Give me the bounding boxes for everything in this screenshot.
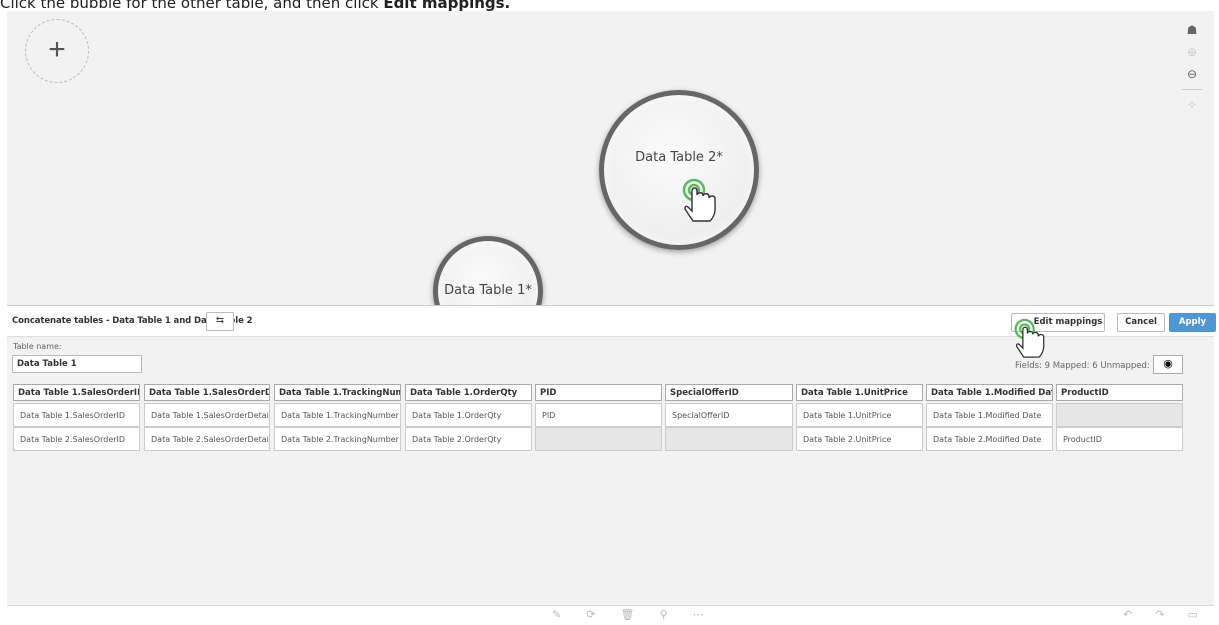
grid-column[interactable]: PID PID <box>535 384 662 451</box>
grid-column[interactable]: Data Table 1.SalesOrderID Data Table 1.S… <box>13 384 140 451</box>
field-counts: Fields: 9 Mapped: 6 Unmapped: 3 <box>1015 361 1158 371</box>
grid-cell: Data Table 1.SalesOrderID <box>13 403 140 427</box>
home-icon[interactable]: ☗ <box>1182 19 1202 41</box>
zoom-out-icon[interactable]: ⊖ <box>1182 63 1202 85</box>
grid-cell: Data Table 1.SalesOrderDetailID <box>144 403 270 427</box>
grid-cell-empty <box>665 427 793 451</box>
bubble-data-table-2[interactable]: Data Table 2* <box>599 90 759 250</box>
click-hand-icon <box>1014 318 1045 358</box>
bubble-label: Data Table 1* <box>444 283 532 298</box>
column-header[interactable]: Data Table 1.SalesOrderDeta... <box>144 384 270 401</box>
grid-cell: Data Table 2.Modified Date <box>926 427 1053 451</box>
grid-cell: Data Table 1.TrackingNumber <box>274 403 401 427</box>
bubble-data-table-1[interactable]: Data Table 1* <box>433 236 543 305</box>
click-hand-icon <box>682 178 716 222</box>
eye-icon[interactable]: ◉ <box>1153 355 1183 374</box>
grid-cell: Data Table 2.OrderQty <box>405 427 532 451</box>
grid-cell: Data Table 1.UnitPrice <box>796 403 923 427</box>
association-canvas[interactable]: + Data Table 2* Data Table 1* ☗ ⊕ ⊖ ✧ <box>7 11 1214 305</box>
add-data-button[interactable]: + <box>25 19 89 83</box>
grid-column[interactable]: Data Table 1.UnitPrice Data Table 1.Unit… <box>796 384 923 451</box>
column-header[interactable]: ProductID <box>1056 384 1183 401</box>
column-header[interactable]: Data Table 1.TrackingNumber <box>274 384 401 401</box>
grid-cell: ProductID <box>1056 427 1183 451</box>
apply-button[interactable]: Apply <box>1169 313 1216 332</box>
plus-icon: + <box>48 33 66 66</box>
column-header[interactable]: Data Table 1.OrderQty <box>405 384 532 401</box>
tools-divider <box>1182 89 1202 90</box>
grid-cell-empty <box>535 427 662 451</box>
grid-column[interactable]: ProductID ProductID <box>1056 384 1183 451</box>
grid-cell: Data Table 2.SalesOrderID <box>13 427 140 451</box>
canvas-tools: ☗ ⊕ ⊖ ✧ <box>1182 19 1202 116</box>
bottom-tool-icons[interactable]: ✎ ⟳ 🗑 ⚲ ⋯ <box>552 608 715 621</box>
zoom-in-icon[interactable]: ⊕ <box>1182 41 1202 63</box>
concatenate-panel: Concatenate tables - Data Table 1 and Da… <box>7 305 1216 605</box>
grid-cell: Data Table 2.UnitPrice <box>796 427 923 451</box>
column-header[interactable]: PID <box>535 384 662 401</box>
grid-column[interactable]: Data Table 1.SalesOrderDeta... Data Tabl… <box>144 384 270 451</box>
column-header[interactable]: SpecialOfferID <box>665 384 793 401</box>
grid-column[interactable]: Data Table 1.TrackingNumber Data Table 1… <box>274 384 401 451</box>
bubble-label: Data Table 2* <box>635 150 723 165</box>
column-header[interactable]: Data Table 1.Modified Date <box>926 384 1053 401</box>
table-name-label: Table name: <box>13 342 62 351</box>
grid-cell: Data Table 2.TrackingNumber <box>274 427 401 451</box>
table-name-input[interactable]: Data Table 1 <box>12 355 142 373</box>
grid-cell: PID <box>535 403 662 427</box>
grid-cell-empty <box>1056 403 1183 427</box>
grid-cell: SpecialOfferID <box>665 403 793 427</box>
grid-cell: Data Table 2.SalesOrderDetailID <box>144 427 270 451</box>
bottom-toolbar: ✎ ⟳ 🗑 ⚲ ⋯ ↶ ↷ ▭ <box>7 605 1214 625</box>
grid-column[interactable]: Data Table 1.Modified Date Data Table 1.… <box>926 384 1053 451</box>
cancel-button[interactable]: Cancel <box>1117 313 1165 332</box>
undo-redo-icons[interactable]: ↶ ↷ ▭ <box>1123 608 1208 621</box>
column-header[interactable]: Data Table 1.UnitPrice <box>796 384 923 401</box>
grid-cell: Data Table 1.OrderQty <box>405 403 532 427</box>
column-header[interactable]: Data Table 1.SalesOrderID <box>13 384 140 401</box>
swap-tables-button[interactable]: ⇆ <box>206 312 234 331</box>
grid-column[interactable]: SpecialOfferID SpecialOfferID <box>665 384 793 451</box>
grid-column[interactable]: Data Table 1.OrderQty Data Table 1.Order… <box>405 384 532 451</box>
grid-cell: Data Table 1.Modified Date <box>926 403 1053 427</box>
magic-wand-icon[interactable]: ✧ <box>1182 94 1202 116</box>
